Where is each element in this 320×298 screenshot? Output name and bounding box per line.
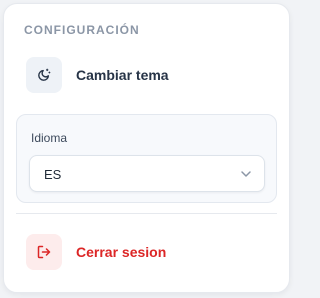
theme-toggle-icon (38, 68, 51, 81)
logout-label: Cerrar sesion (76, 244, 167, 260)
logout-icon (37, 245, 51, 259)
logout-icon-box (26, 234, 62, 270)
chevron-down-icon (241, 171, 251, 177)
section-title: CONFIGURACIÓN (24, 23, 140, 37)
language-select[interactable]: ES (29, 155, 265, 192)
logout-button[interactable]: Cerrar sesion (26, 234, 166, 270)
change-theme-button[interactable]: Cambiar tema (26, 57, 169, 93)
theme-icon-box (26, 57, 62, 93)
change-theme-label: Cambiar tema (76, 67, 169, 83)
divider (16, 213, 277, 214)
language-selected-value: ES (44, 167, 62, 182)
language-label: Idioma (31, 131, 68, 145)
settings-menu-card: CONFIGURACIÓN Cambiar tema Idioma ES Cer… (3, 3, 290, 293)
language-panel: Idioma ES (16, 114, 277, 203)
